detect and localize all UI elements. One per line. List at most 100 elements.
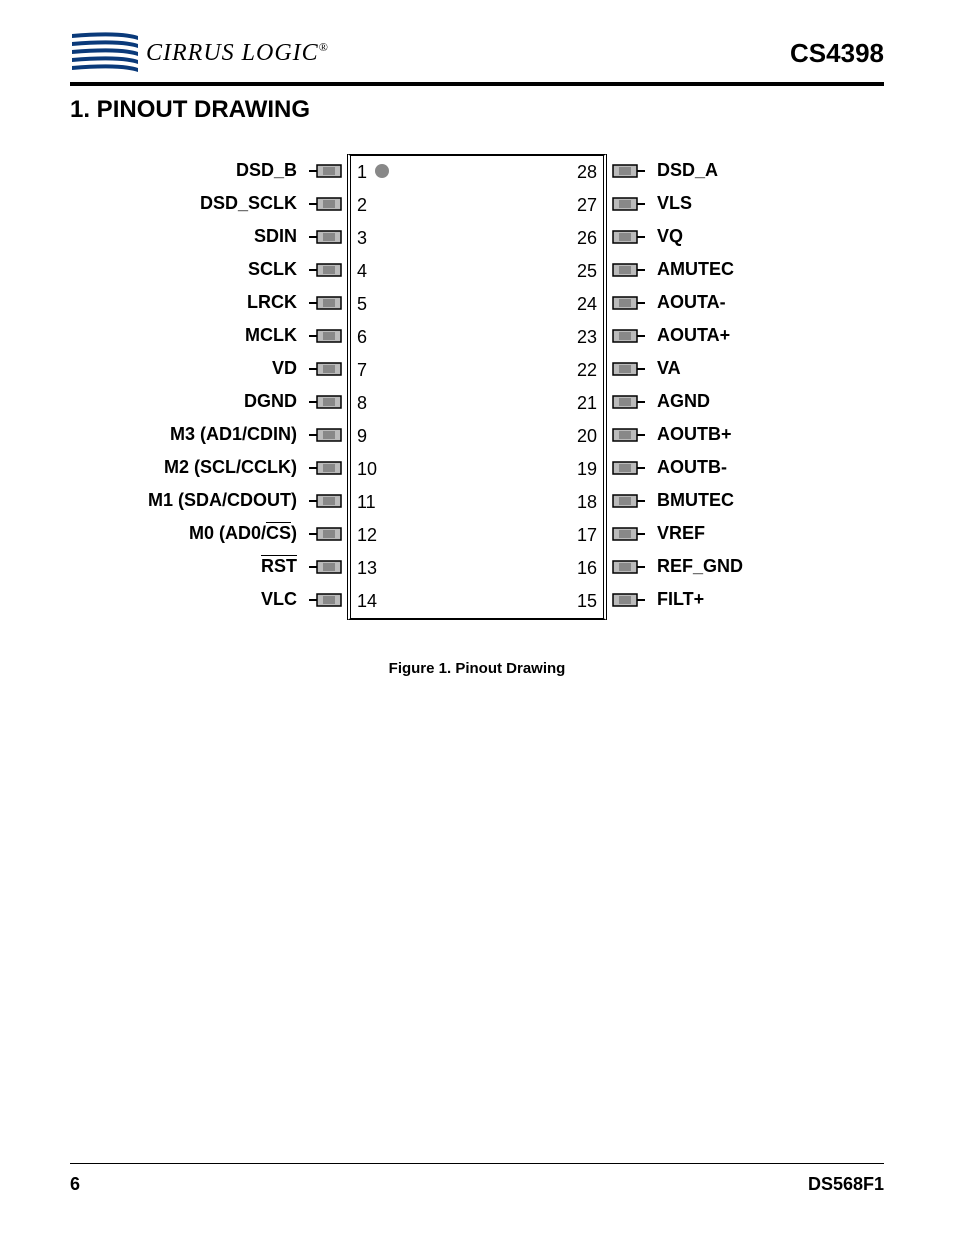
pin-number-left: 6 — [357, 327, 367, 348]
pin-number-right: 22 — [577, 360, 597, 381]
pin-label-right: VLS — [647, 187, 827, 220]
doc-number: DS568F1 — [808, 1174, 884, 1195]
pin-pad-icon — [607, 319, 647, 352]
pin-number-right: 21 — [577, 393, 597, 414]
pin-label-left: LRCK — [127, 286, 307, 319]
part-number: CS4398 — [790, 38, 884, 69]
pin-number-right: 26 — [577, 228, 597, 249]
pin-pad-icon — [607, 253, 647, 286]
pin-number-right: 25 — [577, 261, 597, 282]
chip-body-row: 5 24 — [351, 288, 603, 321]
pin-number-left: 10 — [357, 459, 377, 480]
pin-label-right: VA — [647, 352, 827, 385]
pin-pad-icon — [607, 220, 647, 253]
header: CIRRUS LOGIC® CS4398 — [70, 30, 884, 76]
pin-pad-icon — [307, 583, 347, 616]
pin-pad-icon — [307, 187, 347, 220]
chip-body-row: 11 18 — [351, 486, 603, 519]
pin-pad-icon — [607, 517, 647, 550]
pin-number-right: 15 — [577, 591, 597, 612]
pin-number-left: 14 — [357, 591, 377, 612]
pin-label-left: M2 (SCL/CCLK) — [127, 451, 307, 484]
pin-pad-icon — [307, 550, 347, 583]
pin-label-left: SCLK — [127, 253, 307, 286]
footer-rule — [70, 1163, 884, 1164]
pin-number-right: 18 — [577, 492, 597, 513]
pin-number-left: 5 — [357, 294, 367, 315]
pin-pad-icon — [607, 583, 647, 616]
pin-number-left: 4 — [357, 261, 367, 282]
pin-number-left: 3 — [357, 228, 367, 249]
pin-pad-icon — [607, 550, 647, 583]
pin-pad-icon — [307, 253, 347, 286]
pin-label-left: M3 (AD1/CDIN) — [127, 418, 307, 451]
chip-body-row: 9 20 — [351, 420, 603, 453]
pin-number-left: 1 — [357, 162, 367, 183]
pin-pad-icon — [307, 451, 347, 484]
pin-pad-icon — [307, 385, 347, 418]
pin-number-right: 16 — [577, 558, 597, 579]
pin-label-left: SDIN — [127, 220, 307, 253]
chip-body-row: 4 25 — [351, 255, 603, 288]
pin-number-left: 7 — [357, 360, 367, 381]
pin1-dot-icon — [375, 164, 389, 178]
pinout-diagram: DSD_BDSD_SCLKSDINSCLKLRCKMCLKVDDGNDM3 (A… — [70, 154, 884, 620]
chip-body-row: 12 17 — [351, 519, 603, 552]
pin-number-left: 8 — [357, 393, 367, 414]
chip-body-row: 14 15 — [351, 585, 603, 618]
logo: CIRRUS LOGIC® — [70, 30, 329, 76]
chip-body-row: 7 22 — [351, 354, 603, 387]
pin-label-left: DGND — [127, 385, 307, 418]
pin-label-left: DSD_SCLK — [127, 187, 307, 220]
chip-body-row: 13 16 — [351, 552, 603, 585]
pin-number-right: 24 — [577, 294, 597, 315]
pin-pad-icon — [607, 154, 647, 187]
figure-caption: Figure 1. Pinout Drawing — [70, 660, 884, 677]
pin-pad-icon — [607, 451, 647, 484]
pin-pad-icon — [307, 319, 347, 352]
pin-label-right: VQ — [647, 220, 827, 253]
pin-number-right: 17 — [577, 525, 597, 546]
chip-body-row: 10 19 — [351, 453, 603, 486]
pin-pad-icon — [307, 352, 347, 385]
chip-body-row: 623 — [351, 321, 603, 354]
pin-label-right: AGND — [647, 385, 827, 418]
pin-pad-icon — [307, 484, 347, 517]
pin-pad-icon — [307, 418, 347, 451]
chip-body-row: 8 21 — [351, 387, 603, 420]
pin-number-left: 13 — [357, 558, 377, 579]
pin-pad-icon — [607, 418, 647, 451]
pin-number-left: 12 — [357, 525, 377, 546]
pin-pad-icon — [307, 517, 347, 550]
pin-label-right: AOUTA- — [647, 286, 827, 319]
pin-number-right: 27 — [577, 195, 597, 216]
pin-number-right: 19 — [577, 459, 597, 480]
pin-pad-icon — [607, 484, 647, 517]
pin-label-left: M1 (SDA/CDOUT) — [127, 484, 307, 517]
section-title: 1. PINOUT DRAWING — [70, 96, 884, 124]
pin-label-right: AOUTB- — [647, 451, 827, 484]
pin-number-left: 11 — [357, 492, 376, 513]
pin-pad-icon — [607, 385, 647, 418]
pin-label-left: VD — [127, 352, 307, 385]
logo-text: CIRRUS LOGIC® — [146, 40, 329, 67]
pin-label-left: VLC — [127, 583, 307, 616]
pin-label-right: REF_GND — [647, 550, 827, 583]
pin-pad-icon — [307, 154, 347, 187]
pin-label-left: DSD_B — [127, 154, 307, 187]
pin-label-right: DSD_A — [647, 154, 827, 187]
footer: 6 DS568F1 — [70, 1163, 884, 1195]
pin-label-right: BMUTEC — [647, 484, 827, 517]
pin-label-right: VREF — [647, 517, 827, 550]
pin-label-right: AOUTA+ — [647, 319, 827, 352]
pin-pad-icon — [307, 286, 347, 319]
pin-label-right: FILT+ — [647, 583, 827, 616]
pin-number-right: 28 — [577, 162, 597, 183]
pin-pad-icon — [307, 220, 347, 253]
page-number: 6 — [70, 1174, 80, 1195]
pin-number-left: 9 — [357, 426, 367, 447]
pin-number-right: 20 — [577, 426, 597, 447]
pin-label-left: M0 (AD0/CS) — [127, 517, 307, 550]
pin-pad-icon — [607, 352, 647, 385]
pin-number-left: 2 — [357, 195, 367, 216]
